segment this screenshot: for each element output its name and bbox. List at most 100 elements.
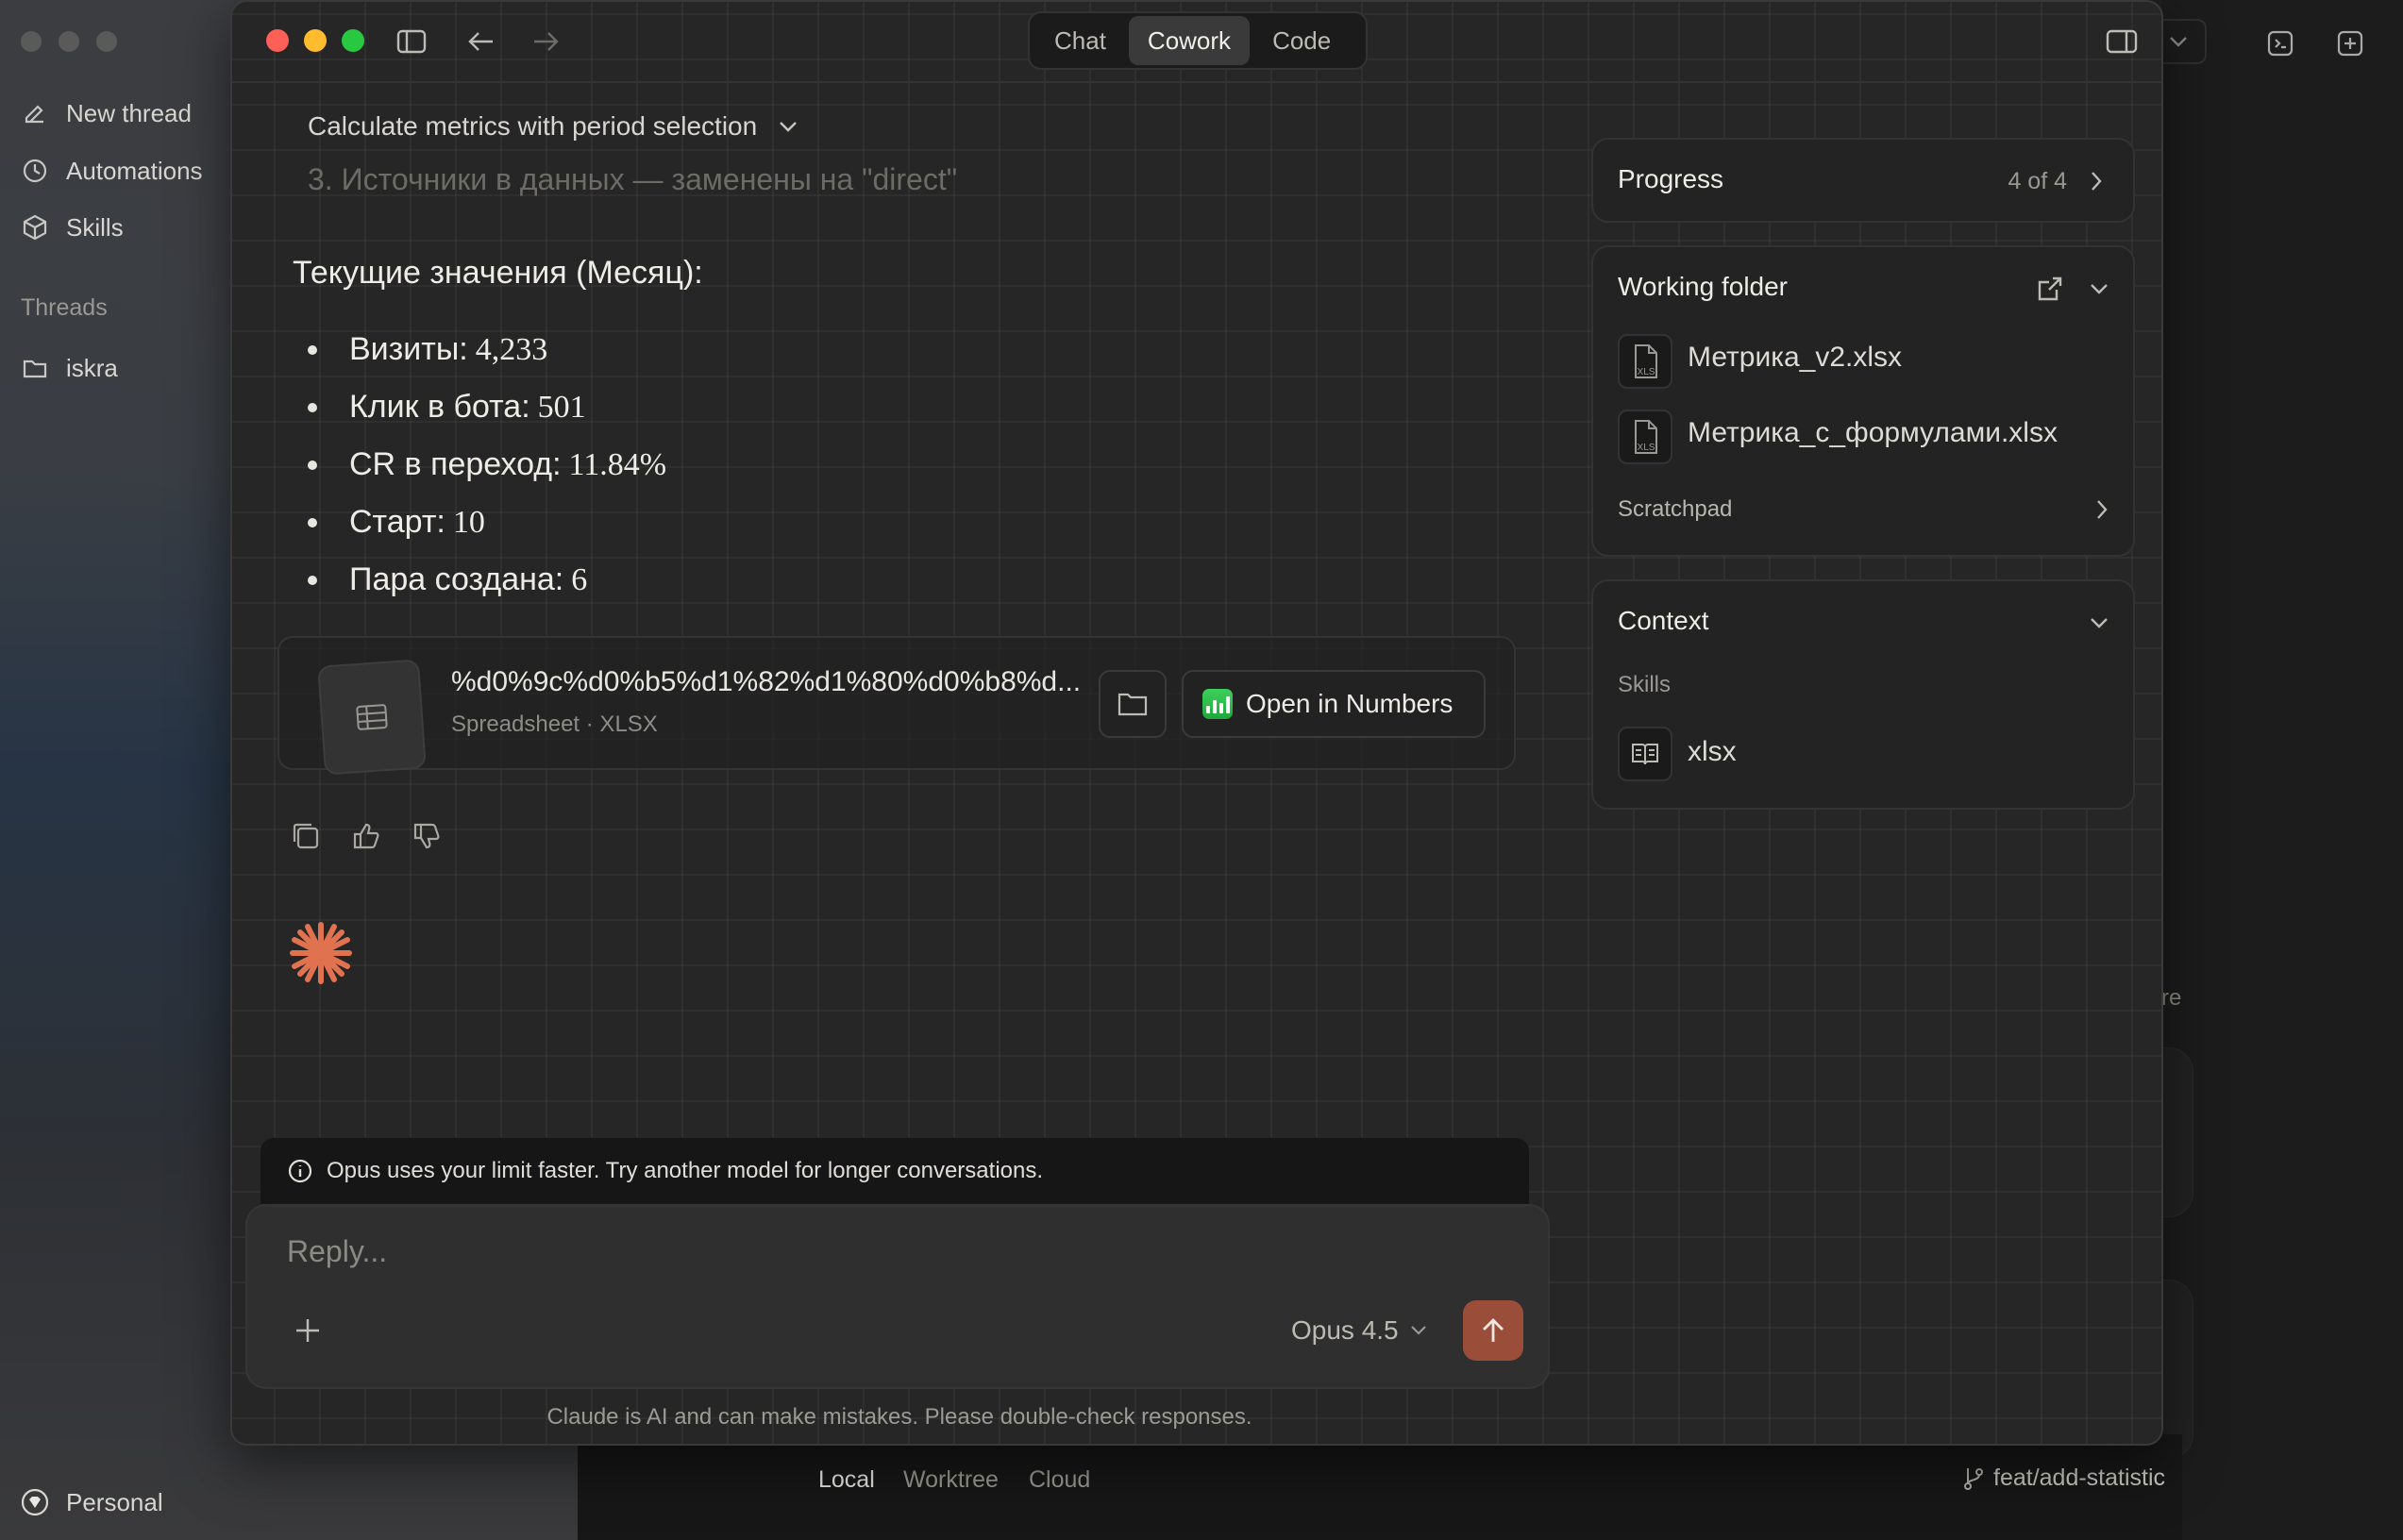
background-bottom-bar: Local Worktree Cloud feat/add-statistic <box>578 1434 2182 1540</box>
chevron-right-icon <box>2092 172 2102 191</box>
outer-zoom-button[interactable] <box>96 31 117 52</box>
folder-icon <box>1117 693 1148 716</box>
forward-arrow-icon[interactable] <box>527 23 564 60</box>
progress-panel[interactable]: Progress 4 of 4 <box>1591 138 2135 223</box>
add-attachment-icon[interactable] <box>289 1312 327 1349</box>
usage-limit-text: Opus uses your limit faster. Try another… <box>327 1158 1044 1183</box>
progress-count: 4 of 4 <box>2008 168 2067 194</box>
threads-heading: Threads <box>21 294 108 321</box>
sidebar-item-new-thread[interactable]: New thread <box>21 89 192 138</box>
sidebar-item-automations[interactable]: Automations <box>21 146 203 195</box>
tab-code[interactable]: Code <box>1253 16 1350 65</box>
mode-switcher: Chat Cowork Code <box>1028 11 1368 70</box>
outer-close-button[interactable] <box>21 31 42 52</box>
chevron-down-icon <box>2170 37 2187 47</box>
list-item: Пара создана: 6 <box>308 551 666 609</box>
metric-value: 10 <box>452 504 485 540</box>
metric-label: Клик в бота: <box>349 389 530 425</box>
sidebar-toggle-icon[interactable] <box>393 23 430 60</box>
working-folder-title: Working folder <box>1618 272 1789 301</box>
attachment-card[interactable]: %d0%9c%d0%b5%d1%82%d1%80%d0%b8%d... Spre… <box>277 636 1516 776</box>
bullet <box>308 460 317 470</box>
reply-composer: Reply... Opus 4.5 <box>245 1204 1550 1389</box>
conversation-title-dropdown[interactable]: Calculate metrics with period selection <box>308 111 798 142</box>
thumbs-up-icon[interactable] <box>349 819 383 853</box>
background-right-panel <box>2161 0 2403 1540</box>
thumbs-down-icon[interactable] <box>410 819 444 853</box>
outer-minimize-button[interactable] <box>59 31 79 52</box>
working-file-item[interactable]: Метрика_v2.xlsx <box>1688 342 1902 374</box>
list-item: CR в переход: 11.84% <box>308 436 666 494</box>
branch-indicator[interactable]: feat/add-statistic <box>1963 1465 2165 1492</box>
svg-text:XLS: XLS <box>1638 443 1655 453</box>
bottom-tab-worktree[interactable]: Worktree <box>903 1466 999 1494</box>
usage-limit-banner: Opus uses your limit faster. Try another… <box>260 1138 1529 1204</box>
arrow-up-icon <box>1483 1318 1504 1342</box>
terminal-icon[interactable] <box>2261 25 2299 62</box>
scratchpad-label: Scratchpad <box>1618 496 1733 522</box>
bottom-tab-local[interactable]: Local <box>818 1466 875 1494</box>
conversation-title: Calculate metrics with period selection <box>308 111 758 141</box>
working-folder-panel: Working folder XLS Метрика_v2.xlsx XLS М… <box>1591 245 2135 557</box>
metric-value: 11.84% <box>568 446 667 482</box>
metrics-list: Визиты: 4,233 Клик в бота: 501 CR в перехо… <box>308 321 666 609</box>
message-actions <box>289 819 444 853</box>
add-panel-icon[interactable] <box>2331 25 2369 62</box>
chevron-down-icon[interactable] <box>2082 272 2116 306</box>
edit-icon <box>25 105 43 124</box>
bullet <box>308 575 317 585</box>
numbers-app-icon <box>1202 689 1233 719</box>
metric-value: 501 <box>537 389 586 425</box>
back-arrow-icon[interactable] <box>462 23 500 60</box>
thread-item-iskra[interactable]: iskra <box>21 343 118 393</box>
sidebar-item-label: Automations <box>66 156 203 185</box>
account-label: Personal <box>66 1487 163 1516</box>
open-in-numbers-button[interactable]: Open in Numbers <box>1182 670 1486 738</box>
account-switcher[interactable]: Personal <box>21 1478 163 1527</box>
context-title: Context <box>1618 606 1709 635</box>
book-icon <box>1618 727 1672 781</box>
bullet <box>308 402 317 412</box>
tab-chat[interactable]: Chat <box>1035 16 1125 65</box>
copy-icon[interactable] <box>289 819 323 853</box>
external-link-icon[interactable] <box>2031 270 2069 308</box>
metric-label: Пара создана: <box>349 561 564 597</box>
metric-label: CR в переход: <box>349 446 562 482</box>
skill-item[interactable]: xlsx <box>1688 736 1737 768</box>
metric-label: Визиты: <box>349 331 468 367</box>
model-selector[interactable]: Opus 4.5 <box>1291 1315 1427 1346</box>
panel-toggle-icon[interactable] <box>2101 23 2143 60</box>
clock-icon <box>23 159 47 183</box>
chevron-down-icon[interactable] <box>2082 606 2116 640</box>
svg-text:XLS: XLS <box>1638 367 1655 377</box>
metric-label: Старт: <box>349 504 445 540</box>
metric-value: 6 <box>571 561 588 597</box>
tab-cowork[interactable]: Cowork <box>1128 16 1251 65</box>
sidebar-item-skills[interactable]: Skills <box>21 203 124 252</box>
show-in-folder-button[interactable] <box>1099 670 1167 738</box>
metric-value: 4,233 <box>475 331 548 367</box>
branch-label: feat/add-statistic <box>1993 1465 2166 1491</box>
scratchpad-row[interactable]: Scratchpad <box>1618 491 2109 528</box>
list-item: Старт: 10 <box>308 494 666 551</box>
close-button[interactable] <box>266 29 289 52</box>
cube-icon <box>23 214 47 241</box>
bullet <box>308 344 317 355</box>
spreadsheet-thumbnail <box>317 659 427 776</box>
section-heading: Текущие значения (Месяц): <box>293 255 703 291</box>
send-button[interactable] <box>1463 1300 1523 1361</box>
attachment-type: Spreadsheet · XLSX <box>451 711 658 737</box>
thread-label: iskra <box>66 353 118 382</box>
bottom-tab-cloud[interactable]: Cloud <box>1029 1466 1090 1494</box>
model-label: Opus 4.5 <box>1291 1315 1399 1345</box>
cowork-window: Chat Cowork Code Calculate metrics with … <box>230 0 2163 1446</box>
open-in-numbers-label: Open in Numbers <box>1246 689 1454 718</box>
working-file-item[interactable]: Метрика_с_формулами.xlsx <box>1688 417 2058 449</box>
progress-title: Progress <box>1618 164 1724 193</box>
zoom-button[interactable] <box>342 29 364 52</box>
list-item: Клик в бота: 501 <box>308 378 666 436</box>
reply-input[interactable]: Reply... <box>287 1234 387 1269</box>
bullet <box>308 517 317 527</box>
background-partial-text: re <box>2161 985 2182 1011</box>
minimize-button[interactable] <box>304 29 327 52</box>
